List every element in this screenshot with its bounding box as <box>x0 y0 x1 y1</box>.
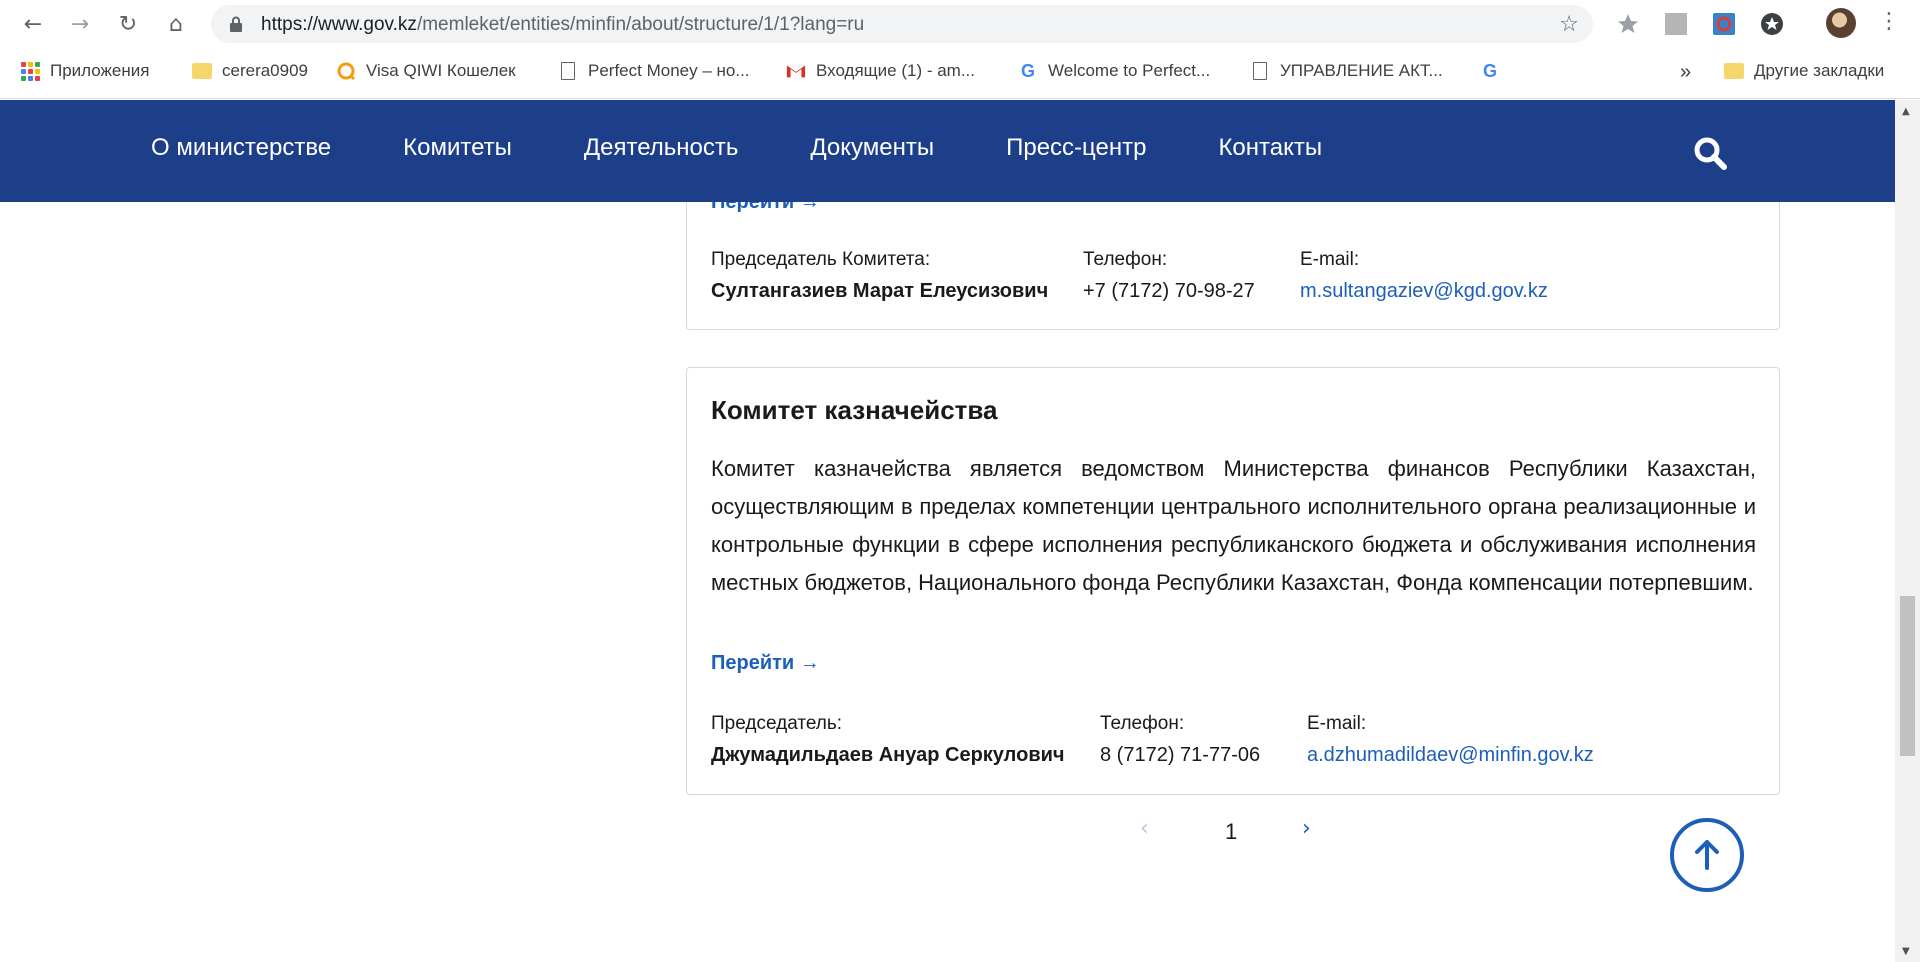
scroll-thumb[interactable] <box>1900 596 1915 756</box>
chair-name: Султангазиев Марат Елеусизович <box>711 280 1049 302</box>
search-icon[interactable] <box>1690 133 1730 173</box>
home-icon[interactable]: ⌂ <box>160 8 192 40</box>
apps-icon <box>20 61 40 81</box>
bookmark-cerera[interactable]: cerera0909 <box>192 61 308 81</box>
page-scrollbar[interactable]: ▲ ▼ <box>1895 100 1920 962</box>
bookmark-perfect-money[interactable]: Perfect Money – но... <box>558 61 750 81</box>
browser-toolbar: ← → ↻ ⌂ https://www.gov.kz/memleket/enti… <box>0 0 1920 47</box>
phone-label: Телефон: <box>1083 249 1168 270</box>
browser-menu-icon[interactable]: ⋮ <box>1878 9 1900 34</box>
email-label: E-mail: <box>1307 713 1367 734</box>
goto-link[interactable]: Перейти → <box>711 202 820 214</box>
more-bookmarks-button[interactable]: » <box>1680 61 1691 84</box>
bookmarks-bar: Приложения cerera0909 Visa QIWI Кошелек … <box>0 47 1920 99</box>
bookmark-gmail[interactable]: Входящие (1) - am... <box>786 61 975 81</box>
bookmark-label: Приложения <box>50 61 150 80</box>
bookmark-google[interactable]: G <box>1480 61 1510 81</box>
committee-title: Комитет казначейства <box>711 395 998 425</box>
chair-name: Джумадильдаев Ануар Серкулович <box>711 744 1065 766</box>
bookmark-label: Perfect Money – но... <box>588 61 750 80</box>
email-block: E-mail: a.dzhumadildaev@minfin.gov.kz <box>1307 713 1594 767</box>
page-icon <box>558 61 578 81</box>
page-icon <box>1250 61 1270 81</box>
committee-card: Перейти → Председатель Комитета: Султанг… <box>686 202 1780 330</box>
qiwi-icon <box>336 61 356 81</box>
pagination-prev-icon[interactable]: ‹ <box>1140 816 1149 841</box>
bookmark-apps[interactable]: Приложения <box>20 61 149 81</box>
email-block: E-mail: m.sultangaziev@kgd.gov.kz <box>1300 249 1548 303</box>
site-header: О министерстве Комитеты Деятельность Док… <box>0 100 1895 202</box>
extension-refresh-icon[interactable] <box>1712 12 1736 36</box>
email-link[interactable]: m.sultangaziev@kgd.gov.kz <box>1300 280 1548 303</box>
phone-label: Телефон: <box>1100 713 1185 734</box>
back-icon[interactable]: ← <box>17 8 49 40</box>
address-bar[interactable]: https://www.gov.kz/memleket/entities/min… <box>211 5 1593 43</box>
folder-icon <box>192 61 212 81</box>
extension-badge-icon[interactable] <box>1760 12 1784 36</box>
nav-activity[interactable]: Деятельность <box>584 134 738 162</box>
nav-about[interactable]: О министерстве <box>151 134 331 162</box>
nav-committees[interactable]: Комитеты <box>403 134 512 162</box>
url-text[interactable]: https://www.gov.kz/memleket/entities/min… <box>261 14 864 36</box>
phone-value: 8 (7172) 71-77-06 <box>1100 744 1261 766</box>
extension-star-icon[interactable] <box>1616 12 1640 36</box>
bookmark-label: Visa QIWI Кошелек <box>366 61 516 80</box>
phone-block: Телефон: 8 (7172) 71-77-06 <box>1100 713 1260 767</box>
committee-card: Комитет казначейства Комитет казначейств… <box>686 367 1780 795</box>
profile-avatar[interactable] <box>1826 8 1856 38</box>
chair-block: Председатель: Джумадильдаев Ануар Серкул… <box>711 713 1065 767</box>
url-path: /memleket/entities/minfin/about/structur… <box>416 14 865 35</box>
committee-description: Комитет казначейства является ведомством… <box>711 456 1756 595</box>
goto-link[interactable]: Перейти → <box>711 652 820 675</box>
bookmark-label: Другие закладки <box>1754 61 1885 80</box>
pagination-current-page[interactable]: 1 <box>1225 819 1237 845</box>
email-link[interactable]: a.dzhumadildaev@minfin.gov.kz <box>1307 744 1594 767</box>
chair-block: Председатель Комитета: Султангазиев Мара… <box>711 249 1048 303</box>
nav-press-center[interactable]: Пресс-центр <box>1006 134 1146 162</box>
other-bookmarks[interactable]: Другие закладки <box>1724 61 1884 81</box>
scroll-up-icon[interactable]: ▲ <box>1902 106 1910 117</box>
extension-gray-icon[interactable] <box>1664 12 1688 36</box>
bookmark-label: УПРАВЛЕНИЕ АКТ... <box>1280 61 1443 80</box>
chair-label: Председатель: <box>711 713 843 734</box>
email-label: E-mail: <box>1300 249 1360 270</box>
scroll-to-top-button[interactable] <box>1670 818 1744 892</box>
phone-block: Телефон: +7 (7172) 70-98-27 <box>1083 249 1255 303</box>
google-icon: G <box>1020 60 1035 81</box>
main-content: Перейти → Председатель Комитета: Султанг… <box>0 202 1895 962</box>
gmail-icon <box>786 61 806 81</box>
forward-icon[interactable]: → <box>64 8 96 40</box>
bookmark-star-icon[interactable]: ☆ <box>1559 12 1579 37</box>
scroll-down-icon[interactable]: ▼ <box>1902 946 1910 957</box>
bookmark-label: Welcome to Perfect... <box>1048 61 1211 80</box>
arrow-up-icon <box>1695 840 1719 870</box>
chair-label: Председатель Комитета: <box>711 249 931 270</box>
bookmark-upravlenie[interactable]: УПРАВЛЕНИЕ АКТ... <box>1250 61 1443 81</box>
main-nav: О министерстве Комитеты Деятельность Док… <box>151 134 1322 162</box>
reload-icon[interactable]: ↻ <box>112 8 144 40</box>
phone-value: +7 (7172) 70-98-27 <box>1083 280 1255 302</box>
google-icon: G <box>1482 60 1497 81</box>
pagination-next-icon[interactable]: › <box>1302 816 1311 841</box>
nav-documents[interactable]: Документы <box>810 134 934 162</box>
pagination: ‹ 1 › <box>1140 816 1320 856</box>
url-host: https://www.gov.kz <box>261 14 417 35</box>
folder-icon <box>1724 61 1744 81</box>
nav-contacts[interactable]: Контакты <box>1218 134 1322 162</box>
bookmark-qiwi[interactable]: Visa QIWI Кошелек <box>336 61 516 81</box>
bookmark-label: Входящие (1) - am... <box>816 61 975 80</box>
bookmark-label: cerera0909 <box>222 61 309 80</box>
lock-icon <box>230 16 242 32</box>
bookmark-welcome[interactable]: G Welcome to Perfect... <box>1018 61 1210 81</box>
